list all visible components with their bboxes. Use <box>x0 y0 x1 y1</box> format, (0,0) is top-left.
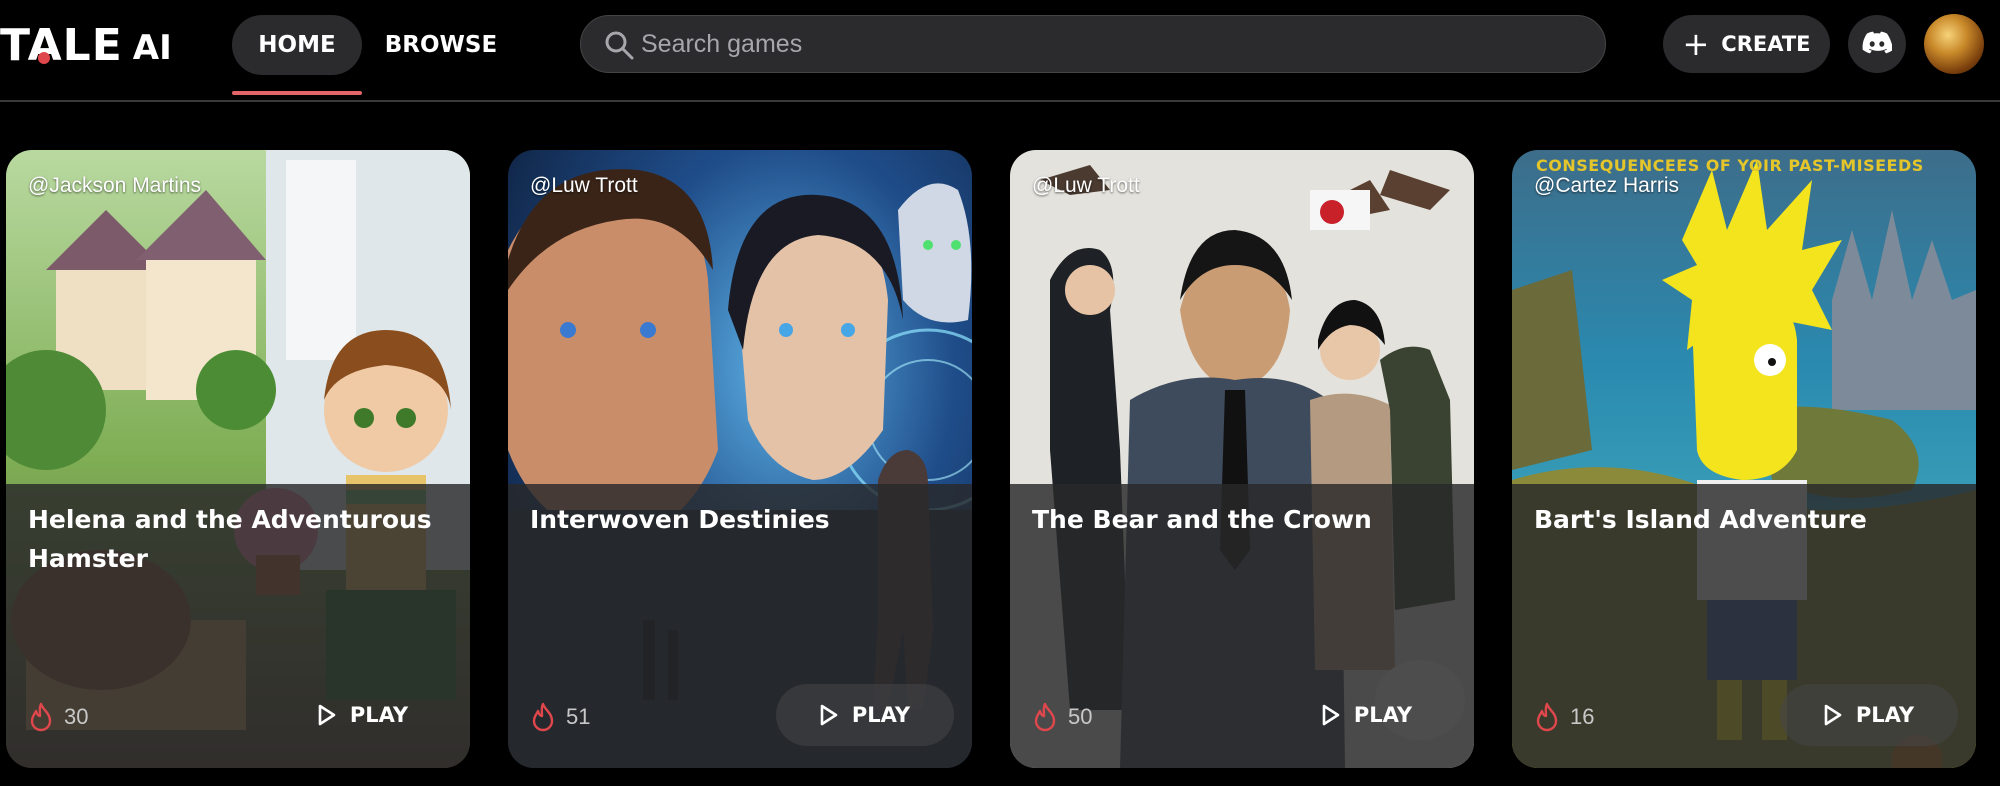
play-count: 16 <box>1570 704 1595 729</box>
card-author[interactable]: @Cartez Harris <box>1534 174 1679 198</box>
active-tab-indicator <box>232 91 362 95</box>
card-author[interactable]: @Jackson Martins <box>28 174 201 198</box>
card-title: Helena and the Adventurous Hamster <box>28 505 432 573</box>
play-button[interactable]: PLAY <box>1780 684 1958 746</box>
create-label: CREATE <box>1721 32 1811 56</box>
user-avatar[interactable] <box>1924 14 1984 74</box>
discord-icon <box>1862 31 1892 54</box>
play-icon <box>1824 704 1842 726</box>
play-button[interactable]: PLAY <box>274 684 452 746</box>
search-input[interactable] <box>641 16 1581 72</box>
play-label: PLAY <box>1353 703 1413 727</box>
flame-icon <box>1536 702 1558 732</box>
card-play-stats: 51 <box>530 702 590 732</box>
cover-banner-text: CONSEQUENCEES OF YOIR PAST-MISEEDS <box>1536 156 1924 175</box>
game-card[interactable]: @Luw Trott Interwoven Destinies 51 PLAY <box>508 150 972 768</box>
flame-icon <box>532 702 554 732</box>
card-title: Interwoven Destinies <box>530 505 830 534</box>
play-icon <box>318 704 336 726</box>
flame-icon <box>1034 702 1056 732</box>
nav-tab-home[interactable]: HOME <box>232 15 362 75</box>
play-label: PLAY <box>1855 703 1915 727</box>
card-play-stats: 16 <box>1534 702 1594 732</box>
play-icon <box>820 704 838 726</box>
play-label: PLAY <box>851 703 911 727</box>
card-author[interactable]: @Luw Trott <box>530 174 638 198</box>
card-author[interactable]: @Luw Trott <box>1032 174 1140 198</box>
game-card[interactable]: @Jackson Martins Helena and the Adventur… <box>6 150 470 768</box>
play-button[interactable]: PLAY <box>776 684 954 746</box>
create-button[interactable]: + CREATE <box>1663 15 1830 73</box>
game-card[interactable]: CONSEQUENCEES OF YOIR PAST-MISEEDS @Cart… <box>1512 150 1976 768</box>
flame-icon <box>30 702 52 732</box>
top-nav-bar: TALE AI HOME BROWSE + CREATE <box>0 0 2000 102</box>
card-title: The Bear and the Crown <box>1032 505 1372 534</box>
card-play-stats: 50 <box>1032 702 1092 732</box>
play-icon <box>1322 704 1340 726</box>
card-play-stats: 30 <box>28 702 88 732</box>
nav-tab-browse[interactable]: BROWSE <box>376 15 506 75</box>
play-count: 30 <box>64 704 89 729</box>
play-count: 50 <box>1068 704 1093 729</box>
plus-icon: + <box>1682 25 1710 63</box>
logo-wordmark: TALE <box>0 20 123 71</box>
game-card[interactable]: @Luw Trott The Bear and the Crown 50 PLA… <box>1010 150 1474 768</box>
discord-button[interactable] <box>1848 15 1906 73</box>
logo-ai-text: AI <box>132 28 172 68</box>
logo-accent-dot <box>38 52 50 64</box>
tale-ai-logo[interactable]: TALE AI <box>0 20 172 71</box>
search-icon <box>605 31 634 60</box>
play-button[interactable]: PLAY <box>1278 684 1456 746</box>
play-label: PLAY <box>349 703 409 727</box>
play-count: 51 <box>566 704 591 729</box>
card-title: Bart's Island Adventure <box>1534 505 1867 534</box>
search-bar[interactable] <box>580 15 1606 73</box>
